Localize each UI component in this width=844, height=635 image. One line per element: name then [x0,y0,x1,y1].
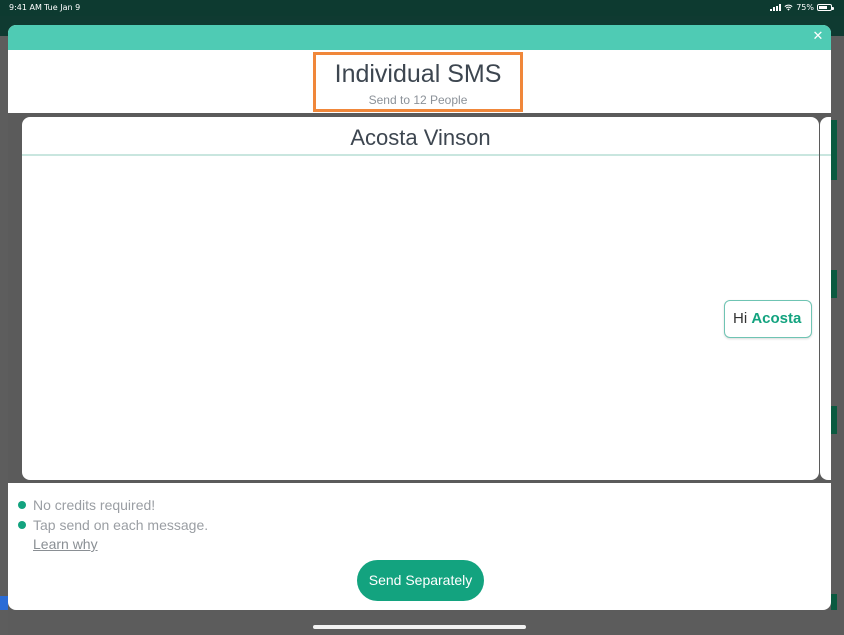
battery-percent: 75% [796,3,814,12]
background-card-accent [831,120,837,180]
individual-sms-modal: ✕ Individual SMS Send to 12 People Acost… [8,25,831,610]
status-right: 75% [770,3,834,12]
message-recipient-token: Acosta [751,310,802,327]
info-item-text: No credits required! [33,497,156,513]
info-item: No credits required! [18,495,208,515]
card-divider [820,154,831,156]
wifi-icon [784,4,793,11]
info-section: No credits required! Tap send on each me… [18,495,208,552]
message-greeting: Hi [733,310,748,327]
background-app-edge [0,36,8,635]
background-card-accent [831,270,837,298]
message-preview-bubble[interactable]: Hi Acosta [724,300,812,338]
status-bar: 9:41 AM Tue Jan 9 75% [0,0,844,16]
battery-icon [817,4,834,11]
send-separately-button[interactable]: Send Separately [357,560,484,601]
card-divider [22,154,819,156]
background-badge [0,596,8,610]
home-indicator[interactable] [313,625,526,629]
bullet-dot-icon [18,521,26,529]
modal-title: Individual SMS [334,60,502,88]
info-item-text: Tap send on each message. [33,517,209,533]
signal-icon [770,4,782,11]
info-item: Tap send on each message. [18,515,208,535]
modal-top-bar: ✕ [8,25,831,50]
bullet-dot-icon [18,501,26,509]
background-card-accent [831,406,837,434]
title-highlight: Individual SMS Send to 12 People [313,52,523,112]
background-card-accent [831,594,837,610]
close-icon[interactable]: ✕ [811,30,825,44]
status-date: Tue Jan 9 [44,3,81,12]
learn-why-link[interactable]: Learn why [33,536,208,552]
recipient-name: Acosta Vinson [350,125,491,150]
status-time: 9:41 AM [9,3,42,12]
modal-subtitle: Send to 12 People [368,93,468,107]
next-message-card[interactable] [820,117,831,480]
message-card[interactable]: Acosta Vinson [22,117,819,480]
modal-header: Individual SMS Send to 12 People [8,50,831,113]
